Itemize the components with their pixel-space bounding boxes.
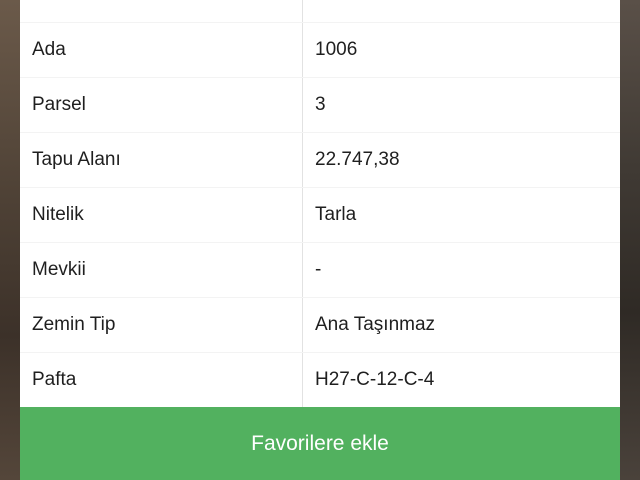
add-to-favorites-button[interactable]: Favorilere ekle [20, 407, 620, 480]
table-row-mevkii: Mevkii - [20, 243, 620, 297]
row-value: H27-C-12-C-4 [315, 369, 435, 390]
parcel-info-card: Mahalle No 164202 Ada 1006 Parsel 3 Tapu… [20, 0, 620, 480]
table-row-zemin-tip: Zemin Tip Ana Taşınmaz [20, 298, 620, 352]
row-label: Tapu Alanı [20, 133, 303, 187]
row-value: 1006 [315, 39, 358, 60]
row-label: Parsel [20, 78, 303, 132]
row-value: - [315, 259, 322, 280]
row-value: 3 [315, 94, 326, 115]
table-row-nitelik: Nitelik Tarla [20, 188, 620, 242]
table-row-tapu-alani: Tapu Alanı 22.747,38 [20, 133, 620, 187]
table-row-parsel: Parsel 3 [20, 78, 620, 132]
row-value: 22.747,38 [315, 149, 400, 170]
row-label: Mahalle No [20, 0, 303, 22]
row-value: Tarla [315, 204, 357, 225]
row-label: Nitelik [20, 188, 303, 242]
row-label: Mevkii [20, 243, 303, 297]
table-row-pafta: Pafta H27-C-12-C-4 [20, 353, 620, 407]
table-row-mahalle-no: Mahalle No 164202 [20, 0, 620, 22]
row-value: Ana Taşınmaz [315, 314, 436, 335]
row-label: Ada [20, 23, 303, 77]
table-row-ada: Ada 1006 [20, 23, 620, 77]
row-label: Zemin Tip [20, 298, 303, 352]
row-value: 164202 [303, 0, 620, 22]
background-left-edge [0, 0, 20, 480]
parcel-info-table: Mahalle No 164202 Ada 1006 Parsel 3 Tapu… [20, 0, 620, 408]
background-right-edge [620, 0, 640, 480]
row-label: Pafta [20, 353, 303, 407]
